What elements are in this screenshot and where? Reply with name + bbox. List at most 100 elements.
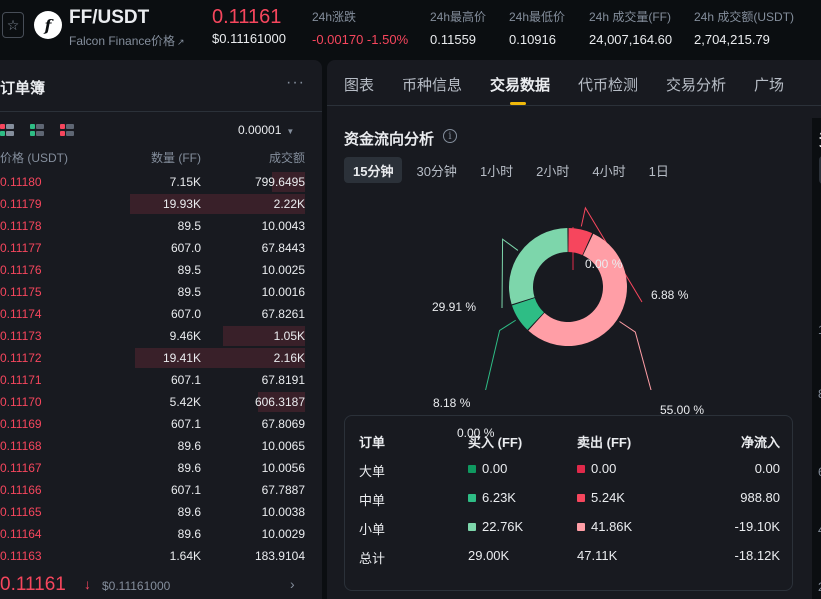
- leader-line: [619, 321, 652, 390]
- ask-price: 0.11165: [0, 505, 42, 519]
- cell-net-text: -18.12K: [734, 548, 780, 563]
- more-options-icon[interactable]: ···: [286, 74, 305, 92]
- ask-qty: 607.0: [170, 241, 201, 255]
- ask-price: 0.11169: [0, 417, 42, 431]
- stat-24h-high: 24h最高价 0.11559: [430, 8, 486, 47]
- ask-price: 0.11168: [0, 439, 42, 453]
- slice-label: 6.88 %: [651, 288, 689, 302]
- ask-total: 67.8261: [261, 307, 305, 321]
- ask-row[interactable]: 0.11172 19.41K 2.16K: [0, 347, 305, 369]
- ask-row[interactable]: 0.11179 19.93K 2.22K: [0, 193, 305, 215]
- cell-buy-text: 22.76K: [482, 519, 524, 534]
- tab-square[interactable]: 广场: [754, 74, 784, 95]
- ask-row[interactable]: 0.11177 607.0 67.8443: [0, 237, 305, 259]
- fund-flow-table: 订单 买入 (FF) 卖出 (FF) 净流入 大单 0.00 0.00 0.00 中单 6…: [344, 415, 793, 591]
- th-net: 净流入: [740, 435, 780, 450]
- ask-price: 0.11171: [0, 373, 42, 387]
- period-1d[interactable]: 1日: [640, 157, 678, 183]
- tab-trade-analysis[interactable]: 交易分析: [666, 74, 726, 95]
- ask-row[interactable]: 0.11171 607.1 67.8191: [0, 369, 305, 391]
- stat-24h-turnover: 24h 成交额(USDT) 2,704,215.79: [694, 8, 794, 47]
- period-4h[interactable]: 4小时: [583, 157, 634, 183]
- leader-line: [485, 319, 516, 390]
- ask-qty: 19.41K: [162, 351, 201, 365]
- ask-qty: 5.42K: [169, 395, 201, 409]
- ticker-header: ☆ f FF/USDT Falcon Finance价格 ↗ 0.11161 $0…: [0, 0, 821, 54]
- table-row: 中单 6.23K 5.24K 988.80: [345, 490, 794, 510]
- cell-order-type-text: 中单: [359, 493, 386, 508]
- ask-row[interactable]: 0.11174 607.0 67.8261: [0, 303, 305, 325]
- order-book-title: 订单簿: [0, 80, 46, 97]
- ask-price: 0.11173: [0, 329, 42, 343]
- legend-swatch: [577, 523, 585, 531]
- tab-trading-data[interactable]: 交易数据: [490, 74, 550, 95]
- view-asks-icon[interactable]: [60, 124, 74, 136]
- ask-row[interactable]: 0.11168 89.6 10.0065: [0, 435, 305, 457]
- cell-sell-text: 41.86K: [591, 519, 633, 534]
- ask-row[interactable]: 0.11165 89.6 10.0038: [0, 501, 305, 523]
- order-book-panel: 订单簿 ··· 0.00001 ▼ 价格 (USDT) 数量 (FF) 成交额 0…: [0, 60, 322, 599]
- ask-qty: 7.15K: [169, 175, 201, 189]
- ask-row[interactable]: 0.11169 607.1 67.8069: [0, 413, 305, 435]
- cell-buy-text: 29.00K: [468, 548, 510, 563]
- tab-coin-info[interactable]: 币种信息: [402, 74, 462, 95]
- chevron-right-icon[interactable]: ›: [290, 576, 295, 592]
- cell-buy: 0.00: [468, 461, 507, 476]
- period-1h[interactable]: 1小时: [471, 157, 522, 183]
- ask-row[interactable]: 0.11163 1.64K 183.9104: [0, 545, 305, 567]
- ask-row[interactable]: 0.11175 89.5 10.0016: [0, 281, 305, 303]
- period-2h[interactable]: 2小时: [527, 157, 578, 183]
- precision-select[interactable]: 0.00001 ▼: [238, 123, 294, 137]
- cell-sell: 0.00: [577, 461, 616, 476]
- last-trade-price[interactable]: 0.11161 ↓ $0.11161000 ›: [0, 573, 305, 597]
- ask-total: 2.22K: [273, 197, 305, 211]
- period-30m[interactable]: 30分钟: [407, 157, 465, 183]
- donut-slice[interactable]: [509, 228, 568, 305]
- info-icon[interactable]: i: [443, 129, 457, 143]
- ask-row[interactable]: 0.11166 607.1 67.7887: [0, 479, 305, 501]
- ask-price: 0.11177: [0, 241, 42, 255]
- ask-row[interactable]: 0.11173 9.46K 1.05K: [0, 325, 305, 347]
- table-row: 小单 22.76K 41.86K -19.10K: [345, 519, 794, 539]
- slice-label: 29.91 %: [432, 300, 477, 314]
- ask-row[interactable]: 0.11178 89.5 10.0043: [0, 215, 305, 237]
- pair-title[interactable]: FF/USDT: [69, 7, 149, 29]
- pair-subtitle-link[interactable]: Falcon Finance价格 ↗: [69, 32, 185, 49]
- th-buy: 买入 (FF): [468, 435, 523, 450]
- stat-value: 0.11559: [430, 32, 477, 47]
- ask-price: 0.11176: [0, 263, 42, 277]
- fund-flow-donut-chart: 0.00 % 6.88 % 55.00 % 0.00 % 8.18 % 29.91 %: [327, 190, 812, 440]
- divider: [0, 111, 322, 112]
- cell-net-text: -19.10K: [734, 519, 780, 534]
- ask-qty: 1.64K: [169, 549, 201, 563]
- ask-row[interactable]: 0.11170 5.42K 606.3187: [0, 391, 305, 413]
- ask-row[interactable]: 0.11164 89.6 10.0029: [0, 523, 305, 545]
- external-link-icon: ↗: [177, 37, 185, 47]
- cell-buy-text: 6.23K: [482, 490, 516, 505]
- cell-buy: 6.23K: [468, 490, 516, 505]
- favorite-star-icon[interactable]: ☆: [2, 12, 24, 38]
- ask-total: 799.6495: [254, 175, 305, 189]
- slice-label: 0.00 %: [585, 257, 623, 271]
- ask-total: 67.7887: [261, 483, 305, 497]
- stat-value: 24,007,164.60: [589, 32, 673, 47]
- ask-row[interactable]: 0.11176 89.5 10.0025: [0, 259, 305, 281]
- view-both-icon[interactable]: [0, 124, 14, 136]
- stat-label: 24h最高价: [430, 10, 487, 24]
- ask-row[interactable]: 0.11167 89.6 10.0056: [0, 457, 305, 479]
- tab-chart[interactable]: 图表: [344, 74, 374, 95]
- ask-price: 0.11172: [0, 351, 42, 365]
- stat-24h-low: 24h最低价 0.10916: [509, 8, 565, 47]
- view-bids-icon[interactable]: [30, 124, 44, 136]
- tab-token-check[interactable]: 代币检测: [578, 74, 638, 95]
- ask-total: 67.8069: [261, 417, 305, 431]
- cell-buy-text: 0.00: [482, 461, 508, 476]
- ask-qty: 19.93K: [162, 197, 201, 211]
- cell-sell-text: 0.00: [591, 461, 617, 476]
- stat-label: 24h 成交额(USDT): [694, 10, 795, 24]
- ask-price: 0.11170: [0, 395, 42, 409]
- cell-sell-text: 47.11K: [577, 548, 618, 563]
- ask-row[interactable]: 0.11180 7.15K 799.6495: [0, 171, 305, 193]
- ask-qty: 89.6: [177, 439, 201, 453]
- period-15m[interactable]: 15分钟: [344, 157, 403, 183]
